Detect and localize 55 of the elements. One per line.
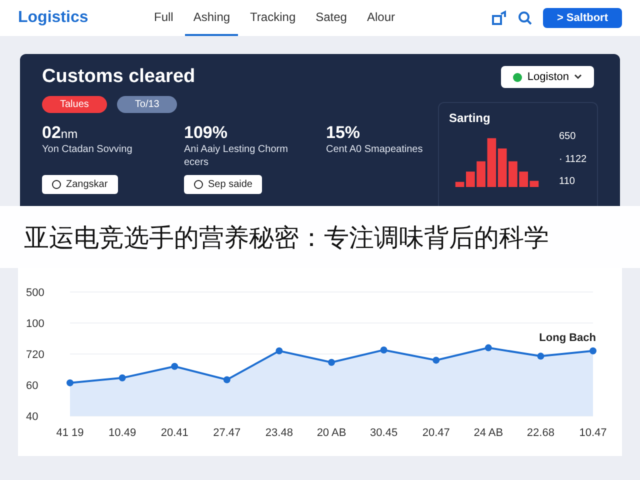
card-title: Customs cleared xyxy=(42,66,196,88)
stat-label: Cent A0 Smapeatines xyxy=(326,143,424,157)
x-axis-label: 27.47 xyxy=(213,427,241,439)
stat-label: Yon Ctadan Sovving xyxy=(42,143,134,157)
search-icon[interactable] xyxy=(516,10,533,26)
radio-option-button[interactable]: Sep saide xyxy=(184,175,262,194)
share-icon[interactable] xyxy=(490,10,507,26)
data-point xyxy=(276,347,283,354)
data-point xyxy=(432,356,440,364)
nav-tab[interactable]: Tracking xyxy=(242,0,304,36)
stat-label: Ani Aaiy Lesting Chorm ecers xyxy=(184,143,289,170)
x-axis-label: 30.45 xyxy=(370,427,398,439)
x-axis-label: 24 AB xyxy=(474,427,504,439)
caret-icon xyxy=(574,74,582,80)
stat-value: 02nm xyxy=(42,123,79,143)
panel-reading: 650 xyxy=(559,131,577,142)
x-axis-label: 22.68 xyxy=(526,427,554,439)
headline: 亚运电竞选手的营养秘密：专注调味背后的科学 xyxy=(24,222,549,254)
stat-value: 15% xyxy=(326,123,362,143)
panel-reading: 110 xyxy=(559,176,576,187)
y-axis-label: 40 xyxy=(26,411,38,423)
data-point xyxy=(328,358,335,366)
x-axis-label: 10.47 xyxy=(579,427,607,439)
status-tag: Talues xyxy=(42,96,107,113)
data-point xyxy=(537,352,544,360)
stat-value: 109% xyxy=(184,123,228,143)
y-axis-label: 60 xyxy=(26,380,38,392)
data-point xyxy=(484,344,492,352)
x-axis-label: 20.47 xyxy=(422,427,450,439)
x-axis-label: 20 AB xyxy=(316,427,346,439)
brand-logo[interactable]: Logistics xyxy=(18,9,136,27)
dropdown[interactable]: Logiston xyxy=(501,66,594,88)
y-axis-label: 100 xyxy=(26,318,44,330)
x-axis-label: 10.49 xyxy=(108,427,136,439)
status-tag: To/13 xyxy=(116,96,178,113)
x-axis-label: 41 19 xyxy=(56,427,84,439)
nav-tab[interactable]: Ashing xyxy=(185,0,238,36)
radio-option-button[interactable]: Zangskar xyxy=(42,175,118,194)
data-point xyxy=(66,379,74,386)
data-point xyxy=(590,347,596,354)
y-axis-label: 720 xyxy=(26,349,44,361)
y-axis-label: 500 xyxy=(26,287,44,299)
nav-tab[interactable]: Full xyxy=(146,0,182,36)
data-point xyxy=(223,376,230,384)
data-point xyxy=(171,362,178,370)
primary-button[interactable]: > Saltbort xyxy=(542,8,622,28)
x-axis-label: 20.41 xyxy=(160,427,188,439)
x-axis-label: 23.48 xyxy=(265,427,293,439)
nav-tab[interactable]: Sateg xyxy=(308,0,355,36)
nav-tab[interactable]: Alour xyxy=(358,0,403,36)
data-point xyxy=(380,346,388,354)
data-point xyxy=(118,374,126,382)
panel-title: Sarting xyxy=(449,111,492,125)
series-label: Long Bach xyxy=(539,332,596,344)
panel-reading: · 1122 xyxy=(559,154,587,164)
